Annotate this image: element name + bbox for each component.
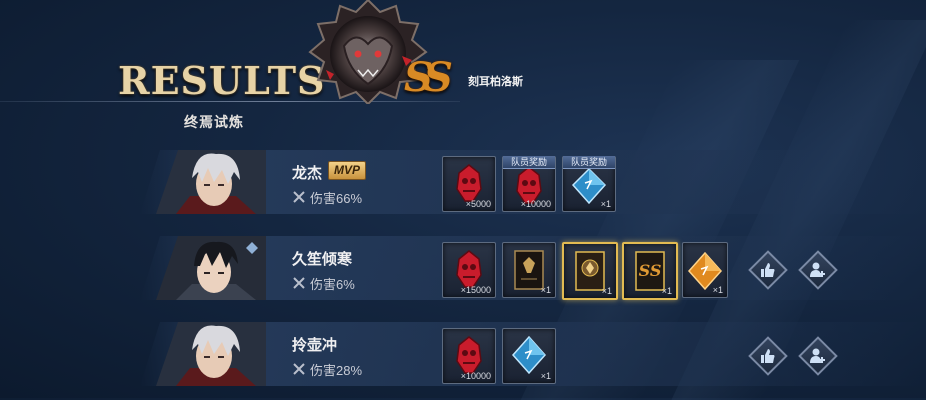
reward-quantity: ×1: [540, 285, 551, 295]
reward-quantity: ×1: [540, 371, 551, 381]
thumbs-up-icon: [761, 263, 775, 277]
stage-subtitle: 终焉试炼: [184, 114, 244, 130]
reward-item[interactable]: ×15000: [442, 242, 496, 298]
reward-quantity: ×10000: [520, 199, 551, 209]
reward-quantity: ×1: [600, 199, 611, 209]
player-row: 拎壶冲 伤害28% ×10000 ×1: [140, 322, 926, 386]
add-friend-icon: [810, 348, 825, 363]
reward-quantity: ×1: [601, 286, 612, 296]
reward-item[interactable]: 队员奖励 ×10000: [502, 156, 556, 212]
damage-label: 伤害28%: [310, 363, 363, 378]
player-name: 龙杰: [292, 165, 323, 182]
reward-item[interactable]: ×5000: [442, 156, 496, 212]
add-friend-icon: [810, 262, 825, 277]
thumbs-up-icon: [761, 349, 775, 363]
reward-item[interactable]: ×1: [502, 242, 556, 298]
player-row: 龙杰 MVP 伤害66% ×5000 队员奖励 ×10000 队员奖励 ×1: [140, 150, 926, 214]
team-reward-tag: 队员奖励: [563, 156, 615, 169]
reward-quantity: ×5000: [465, 199, 491, 209]
reward-quantity: ×1: [661, 286, 672, 296]
reward-quantity: ×1: [712, 285, 723, 295]
reward-item[interactable]: ×10000: [442, 328, 496, 384]
damage-label: 伤害66%: [310, 191, 363, 206]
crossed-swords-icon: [293, 191, 305, 203]
damage-label: 伤害6%: [310, 277, 355, 292]
player-name: 拎壶冲: [292, 337, 338, 354]
reward-item[interactable]: 队员奖励 ×1: [562, 156, 616, 212]
crossed-swords-icon: [293, 363, 305, 375]
svg-text:SS: SS: [639, 261, 662, 280]
reward-item[interactable]: ×1: [502, 328, 556, 384]
crossed-swords-icon: [293, 277, 305, 289]
reward-item[interactable]: SS ×1: [622, 242, 678, 300]
reward-quantity: ×15000: [460, 285, 491, 295]
boss-name: 刻耳柏洛斯: [468, 76, 523, 88]
reward-item[interactable]: ×1: [682, 242, 728, 298]
reward-item[interactable]: ×1: [562, 242, 618, 300]
player-name: 久笙倾寒: [292, 251, 353, 268]
player-row: 久笙倾寒 伤害6% ×15000 ×1 ×1 SS ×1 ×1: [140, 236, 926, 300]
mvp-badge: MVP: [328, 161, 367, 180]
results-title: RESULTS: [118, 58, 326, 103]
team-reward-tag: 队员奖励: [503, 156, 555, 169]
grade-badge: SS: [404, 54, 453, 101]
reward-quantity: ×10000: [460, 371, 491, 381]
